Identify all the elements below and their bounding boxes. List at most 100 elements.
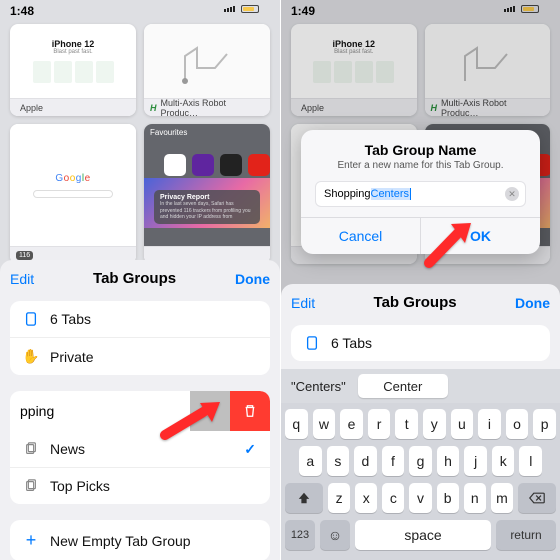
plus-icon: + xyxy=(22,530,40,551)
key-q[interactable]: q xyxy=(285,409,308,439)
key-e[interactable]: e xyxy=(340,409,363,439)
fav-icon[interactable] xyxy=(164,154,186,176)
key-row-3-letters: zxcvbnm xyxy=(328,483,513,513)
group-news[interactable]: News ✓ xyxy=(10,431,270,468)
key-x[interactable]: x xyxy=(355,483,377,513)
tab-card-google[interactable]: Google 116 xyxy=(10,124,136,264)
phone-left: 1:48 iPhone 12 Blast past fast. Apple HM… xyxy=(0,0,280,560)
ok-button[interactable]: OK xyxy=(420,218,540,254)
key-y[interactable]: y xyxy=(423,409,446,439)
key-c[interactable]: c xyxy=(382,483,404,513)
key-d[interactable]: d xyxy=(354,446,377,476)
key-h[interactable]: h xyxy=(437,446,460,476)
suggestion-quoted[interactable]: "Centers" xyxy=(291,379,346,394)
key-u[interactable]: u xyxy=(451,409,474,439)
row-label: Top Picks xyxy=(50,478,110,494)
key-m[interactable]: m xyxy=(491,483,513,513)
key-k[interactable]: k xyxy=(492,446,515,476)
done-button[interactable]: Done xyxy=(515,295,550,311)
suggestion-candidate[interactable]: Center xyxy=(358,374,448,398)
tab-card-apple[interactable]: iPhone 12 Blast past fast. Apple xyxy=(10,24,136,116)
swiped-group-row[interactable]: pping xyxy=(10,391,270,431)
done-button[interactable]: Done xyxy=(235,271,270,287)
backspace-key[interactable] xyxy=(518,483,556,513)
privacy-report-card[interactable]: Privacy Report In the last seven days, S… xyxy=(154,190,260,224)
sheet-title: Tab Groups xyxy=(374,294,457,311)
key-row-2: asdfghjkl xyxy=(285,446,556,476)
key-n[interactable]: n xyxy=(464,483,486,513)
key-o[interactable]: o xyxy=(506,409,529,439)
key-r[interactable]: r xyxy=(368,409,391,439)
group-name-input[interactable]: Shopping Centers ✕ xyxy=(315,181,526,207)
delete-action[interactable] xyxy=(230,391,270,431)
fav-icon[interactable] xyxy=(220,154,242,176)
tab-card-robot[interactable]: H Multi-Axis Robot Produc… xyxy=(144,24,270,116)
dialog-subtitle: Enter a new name for this Tab Group. xyxy=(301,160,540,171)
fav-icon[interactable] xyxy=(192,154,214,176)
tracker-count-badge: 116 xyxy=(16,251,33,260)
copy-icon xyxy=(22,479,40,493)
key-v[interactable]: v xyxy=(409,483,431,513)
google-logo: Google xyxy=(55,173,90,184)
row-label: pping xyxy=(10,403,190,419)
key-w[interactable]: w xyxy=(313,409,336,439)
page-heading: iPhone 12 xyxy=(52,39,95,49)
private-row[interactable]: ✋ Private xyxy=(10,338,270,375)
edit-button[interactable]: Edit xyxy=(291,295,315,311)
sheet-title: Tab Groups xyxy=(93,270,176,287)
edit-button[interactable]: Edit xyxy=(10,271,34,287)
key-z[interactable]: z xyxy=(328,483,350,513)
key-row-3: zxcvbnm xyxy=(285,483,556,513)
tabs-row[interactable]: 6 Tabs xyxy=(10,301,270,338)
row-label: 6 Tabs xyxy=(50,311,91,327)
tab-caption: Apple xyxy=(20,103,43,113)
copy-icon xyxy=(22,442,40,456)
key-s[interactable]: s xyxy=(327,446,350,476)
keyboard-suggestion-bar: "Centers" Center xyxy=(281,369,560,403)
checkmark-icon: ✓ xyxy=(244,441,256,458)
tab-overview: iPhone 12 Blast past fast. Apple H Multi-… xyxy=(0,20,280,260)
row-label: Private xyxy=(50,349,94,365)
key-i[interactable]: i xyxy=(478,409,501,439)
key-t[interactable]: t xyxy=(395,409,418,439)
rename-dialog: Tab Group Name Enter a new name for this… xyxy=(301,130,540,254)
status-time: 1:48 xyxy=(10,4,34,18)
tab-card-start[interactable]: ✕ Favourites Privacy Report xyxy=(144,124,270,264)
key-l[interactable]: l xyxy=(519,446,542,476)
tabs-icon xyxy=(22,312,40,326)
clear-text-button[interactable]: ✕ xyxy=(505,187,519,201)
battery-icon xyxy=(241,5,259,13)
row-label: New Empty Tab Group xyxy=(50,533,191,549)
key-row-1: qwertyuiop xyxy=(285,409,556,439)
status-indicators xyxy=(224,4,270,14)
return-key[interactable]: return xyxy=(496,520,556,550)
rename-action[interactable] xyxy=(190,391,230,431)
new-empty-group[interactable]: + New Empty Tab Group xyxy=(10,520,270,560)
key-row-4: 123 ☺ space return xyxy=(285,520,556,550)
key-p[interactable]: p xyxy=(533,409,556,439)
phone-right: 1:49 iPhone 12 Blast past fast. Apple HM… xyxy=(280,0,560,560)
numbers-key[interactable]: 123 xyxy=(285,520,315,550)
site-favicon: H xyxy=(150,103,157,113)
key-b[interactable]: b xyxy=(437,483,459,513)
fav-icon[interactable] xyxy=(248,154,270,176)
tabs-icon xyxy=(303,336,321,350)
selected-text: Centers xyxy=(371,188,412,200)
tabs-row[interactable]: 6 Tabs xyxy=(291,325,550,361)
tab-groups-sheet: Edit Tab Groups Done 6 Tabs ✋ Private pp… xyxy=(0,260,280,560)
key-a[interactable]: a xyxy=(299,446,322,476)
key-j[interactable]: j xyxy=(464,446,487,476)
emoji-key[interactable]: ☺ xyxy=(320,520,350,550)
group-top-picks[interactable]: Top Picks xyxy=(10,468,270,504)
space-key[interactable]: space xyxy=(355,520,491,550)
favourites-heading: Favourites xyxy=(150,128,187,137)
shift-key[interactable] xyxy=(285,483,323,513)
tab-caption: Multi-Axis Robot Produc… xyxy=(161,98,265,117)
hand-icon: ✋ xyxy=(22,348,40,365)
key-f[interactable]: f xyxy=(382,446,405,476)
page-sub: Blast past fast. xyxy=(53,49,92,55)
tab-groups-sheet: Edit Tab Groups Done 6 Tabs "Centers" Ce… xyxy=(281,284,560,560)
key-g[interactable]: g xyxy=(409,446,432,476)
cancel-button[interactable]: Cancel xyxy=(301,218,420,254)
software-keyboard: qwertyuiop asdfghjkl zxcvbnm 123 ☺ space… xyxy=(281,403,560,560)
